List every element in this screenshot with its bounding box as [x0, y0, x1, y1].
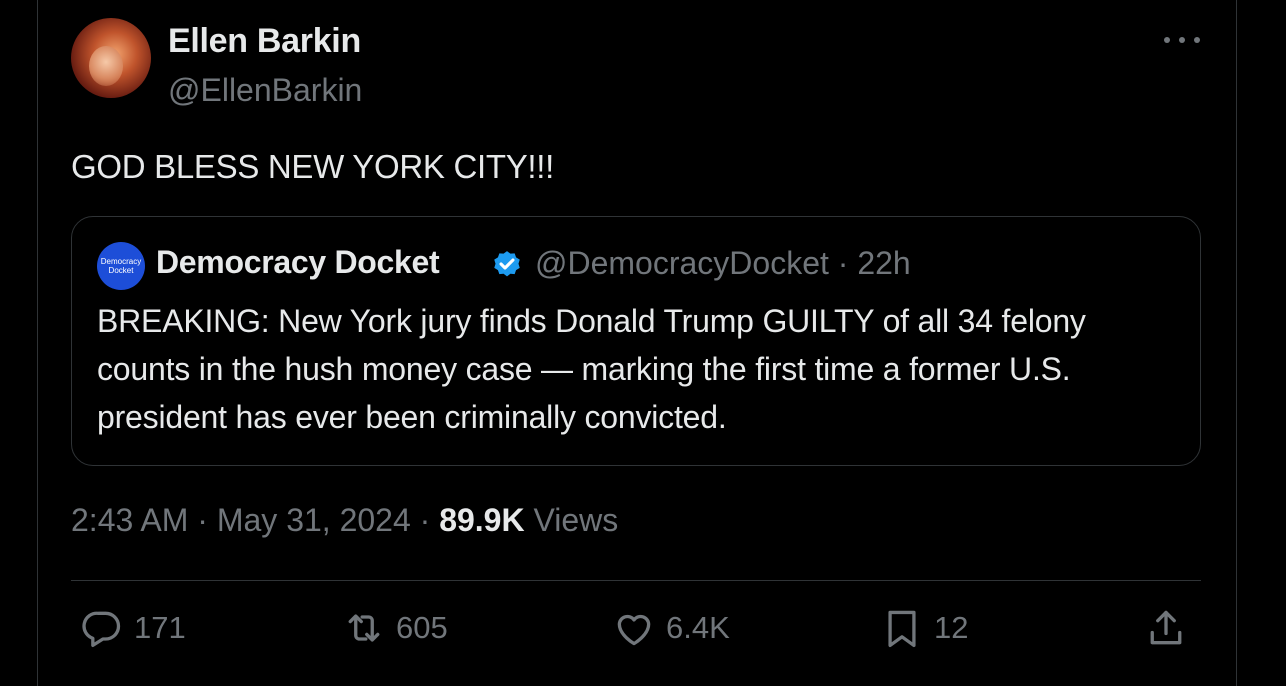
reply-icon [82, 611, 121, 648]
tweet-time[interactable]: 2:43 AM [71, 502, 188, 538]
quoted-tweet-card[interactable]: Democracy Docket Democracy Docket @Democ… [71, 216, 1201, 466]
author-display-name[interactable]: Ellen Barkin [168, 22, 361, 61]
column-border-left [37, 0, 38, 686]
more-icon[interactable] [1164, 30, 1200, 50]
views-label: Views [524, 502, 619, 538]
quoted-tweet-text: BREAKING: New York jury finds Donald Tru… [97, 303, 1086, 435]
author-handle[interactable]: @EllenBarkin [168, 72, 362, 109]
like-button[interactable]: 6.4K [612, 604, 730, 652]
meta-separator: · [188, 502, 217, 538]
reply-button[interactable]: 171 [80, 604, 186, 652]
reply-count: 171 [134, 610, 186, 645]
bookmark-button[interactable]: 12 [880, 604, 968, 652]
views-count: 89.9K [439, 502, 525, 538]
quoted-display-name[interactable]: Democracy Docket [156, 244, 440, 281]
logo-text-line1: Democracy [100, 257, 142, 266]
quoted-handle-time[interactable]: @DemocracyDocket · 22h [535, 245, 911, 282]
heart-icon [617, 614, 651, 646]
meta-separator: · [410, 502, 440, 538]
logo-text-line2: Docket [108, 266, 134, 275]
author-avatar[interactable] [71, 18, 151, 98]
tweet-date[interactable]: May 31, 2024 [217, 502, 411, 538]
quoted-avatar-logo[interactable]: Democracy Docket [97, 242, 145, 290]
share-icon [1150, 610, 1182, 645]
retweet-icon [348, 614, 380, 642]
bookmark-icon [888, 610, 916, 648]
tweet-meta: 2:43 AM · May 31, 2024 · 89.9K Views [71, 502, 618, 539]
column-border-right [1236, 0, 1237, 686]
share-button[interactable] [1144, 604, 1198, 652]
divider [71, 580, 1201, 581]
retweet-count: 605 [396, 610, 448, 645]
tweet-text: GOD BLESS NEW YORK CITY!!! [71, 148, 555, 185]
bookmark-count: 12 [934, 610, 969, 645]
retweet-button[interactable]: 605 [342, 604, 448, 652]
verified-badge-icon [494, 251, 520, 277]
like-count: 6.4K [666, 610, 730, 645]
